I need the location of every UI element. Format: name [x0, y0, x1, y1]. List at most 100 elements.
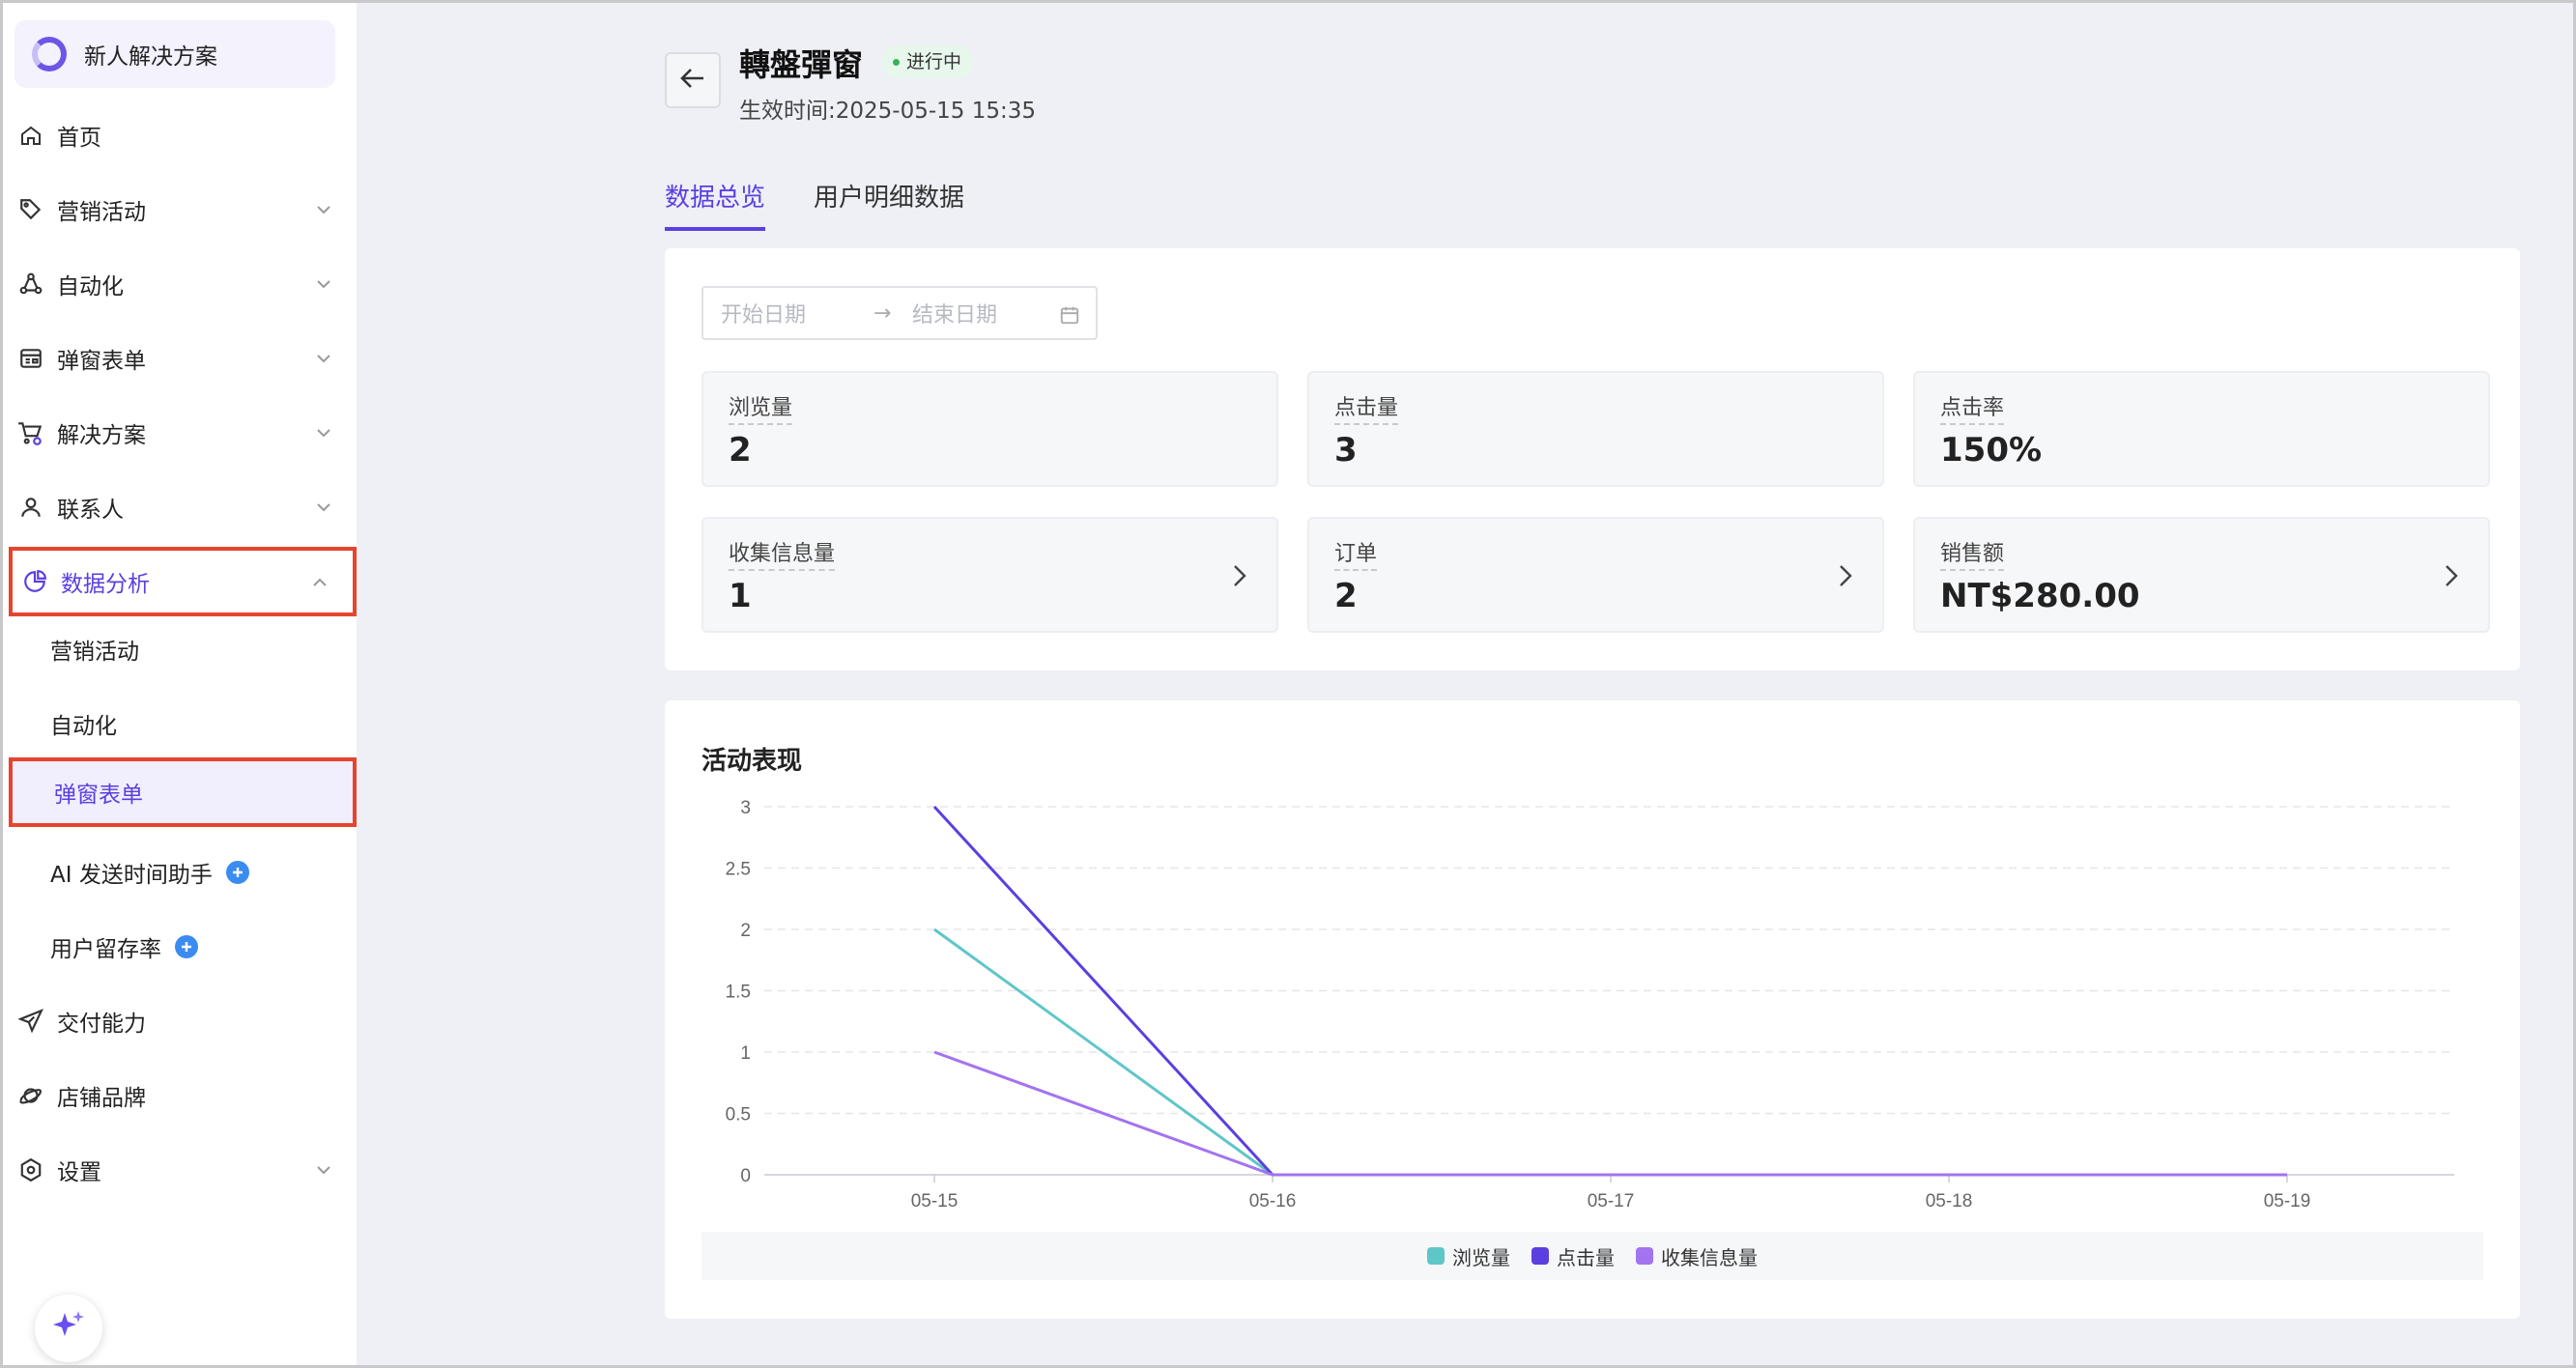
- sub-item-label: AI 发送时间助手: [50, 863, 213, 888]
- sidebar-item-label: 数据分析: [61, 572, 150, 597]
- sidebar-item-home[interactable]: 首页: [3, 107, 357, 163]
- stat-value: 2: [1334, 577, 1358, 615]
- cart-icon: [16, 418, 45, 447]
- sub-item-retention[interactable]: 用户留存率: [3, 919, 357, 975]
- y-tick-label: 0.5: [726, 1105, 751, 1126]
- chevron-up-icon: [310, 573, 329, 592]
- legend-swatch: [1636, 1247, 1653, 1265]
- form-icon: [16, 344, 45, 373]
- new-badge-icon: [225, 861, 249, 884]
- settings-icon: [16, 1155, 45, 1184]
- arrow-left-icon: [680, 67, 705, 94]
- sidebar-item-label: 联系人: [57, 498, 124, 523]
- planet-icon: [16, 1081, 45, 1110]
- sidebar-item-label: 营销活动: [57, 200, 146, 225]
- tag-icon: [16, 195, 45, 224]
- x-tick-label: 05-17: [1588, 1191, 1635, 1211]
- sub-item-label: 弹窗表单: [54, 783, 143, 808]
- stat-card-orders[interactable]: 订单 2: [1307, 517, 1884, 633]
- sidebar-item-label: 交付能力: [57, 1012, 146, 1037]
- sparkle-icon: [49, 1307, 88, 1350]
- back-button[interactable]: [665, 52, 721, 108]
- stat-card-views: 浏览量 2: [701, 371, 1278, 487]
- sidebar-item-store-brand[interactable]: 店铺品牌: [3, 1068, 357, 1124]
- tab-user-details[interactable]: 用户明细数据: [814, 178, 964, 227]
- chevron-down-icon: [314, 423, 333, 442]
- line-chart: 0 0.5 1 1.5 2 2.5 3 05-15 05-16 05-17 05-18 05-19: [726, 798, 2454, 1211]
- chevron-down-icon: [314, 498, 333, 517]
- status-badge: 进行中: [881, 45, 975, 78]
- legend-item[interactable]: 浏览量: [1427, 1242, 1510, 1270]
- calendar-icon: [1059, 304, 1080, 331]
- date-range-picker[interactable]: 开始日期 → 结束日期: [701, 286, 1098, 340]
- end-date-input[interactable]: 结束日期: [912, 298, 997, 328]
- legend-label: 收集信息量: [1661, 1245, 1758, 1269]
- range-separator: →: [873, 300, 892, 326]
- sidebar-item-label: 店铺品牌: [57, 1086, 146, 1111]
- sub-item-automation[interactable]: 自动化: [3, 696, 357, 752]
- workspace-name: 新人解决方案: [84, 44, 217, 70]
- sidebar-item-label: 弹窗表单: [57, 349, 146, 374]
- y-tick-label: 1.5: [726, 983, 751, 1003]
- sidebar: 新人解决方案 首页 营销活动 自动化 弹窗表单 解决方案 联系人 数据分析 营销…: [3, 3, 357, 1365]
- start-date-input[interactable]: 开始日期: [721, 298, 806, 328]
- chart-card: 活动表现 0 0.5 1 1.5 2 2.5 3 05-15 05-16 05-17 05-18 05…: [665, 700, 2520, 1319]
- sidebar-item-contacts[interactable]: 联系人: [3, 479, 357, 535]
- y-tick-label: 2: [740, 921, 751, 941]
- chevron-down-icon: [314, 200, 333, 219]
- y-tick-label: 2.5: [726, 860, 751, 880]
- sidebar-item-delivery[interactable]: 交付能力: [3, 993, 357, 1049]
- stat-value: 1: [729, 577, 752, 615]
- home-icon: [16, 121, 45, 150]
- sidebar-item-popup-forms[interactable]: 弹窗表单: [3, 330, 357, 386]
- chevron-right-icon: [2440, 561, 2463, 590]
- legend-swatch: [1427, 1247, 1445, 1265]
- sidebar-item-label: 设置: [57, 1160, 101, 1185]
- send-icon: [16, 1007, 45, 1036]
- stat-card-collected-info[interactable]: 收集信息量 1: [701, 517, 1278, 633]
- chevron-down-icon: [314, 349, 333, 368]
- stat-value: 2: [729, 431, 752, 470]
- sidebar-item-marketing[interactable]: 营销活动: [3, 182, 357, 238]
- stat-label: 浏览量: [729, 390, 793, 425]
- y-tick-label: 0: [740, 1166, 751, 1186]
- legend-label: 点击量: [1557, 1245, 1615, 1269]
- stat-label: 点击量: [1334, 390, 1399, 425]
- stat-card-ctr: 点击率 150%: [1913, 371, 2490, 487]
- sub-item-marketing[interactable]: 营销活动: [3, 621, 357, 677]
- sidebar-item-label: 解决方案: [57, 423, 146, 448]
- sub-item-ai-send-time[interactable]: AI 发送时间助手: [3, 844, 357, 900]
- pie-chart-icon: [20, 567, 49, 596]
- legend-label: 浏览量: [1452, 1245, 1510, 1269]
- sidebar-item-solutions[interactable]: 解决方案: [3, 405, 357, 461]
- stat-value: 150%: [1940, 431, 2043, 470]
- stat-value: 3: [1334, 431, 1358, 470]
- chart-legend: 浏览量 点击量 收集信息量: [701, 1232, 2483, 1280]
- sub-item-popup-forms[interactable]: 弹窗表单: [9, 757, 357, 827]
- workspace-switcher[interactable]: 新人解决方案: [14, 20, 335, 88]
- brand-logo-icon: [32, 37, 67, 71]
- page-title: 轉盤彈窗: [739, 46, 864, 83]
- chevron-down-icon: [314, 274, 333, 294]
- effective-time: 生效时间:2025-05-15 15:35: [739, 99, 1037, 124]
- sidebar-item-automation[interactable]: 自动化: [3, 256, 357, 312]
- x-tick-label: 05-19: [2264, 1191, 2311, 1211]
- new-badge-icon: [175, 935, 198, 958]
- user-icon: [16, 493, 45, 522]
- sub-item-label: 用户留存率: [50, 937, 161, 962]
- sidebar-item-analytics[interactable]: 数据分析: [9, 547, 357, 616]
- ai-assistant-button[interactable]: [35, 1295, 102, 1362]
- chevron-right-icon: [1834, 561, 1857, 590]
- chevron-down-icon: [314, 1160, 333, 1180]
- stat-label: 收集信息量: [729, 536, 836, 571]
- x-tick-label: 05-18: [1926, 1191, 1973, 1211]
- stat-value: NT$280.00: [1940, 577, 2140, 615]
- legend-item[interactable]: 收集信息量: [1636, 1242, 1758, 1270]
- sidebar-item-label: 自动化: [57, 274, 124, 299]
- legend-item[interactable]: 点击量: [1531, 1242, 1615, 1270]
- stat-label: 订单: [1334, 536, 1378, 571]
- sidebar-item-settings[interactable]: 设置: [3, 1142, 357, 1198]
- stat-card-sales[interactable]: 销售额 NT$280.00: [1913, 517, 2490, 633]
- tab-overview[interactable]: 数据总览: [665, 178, 766, 231]
- sidebar-item-label: 首页: [57, 126, 101, 151]
